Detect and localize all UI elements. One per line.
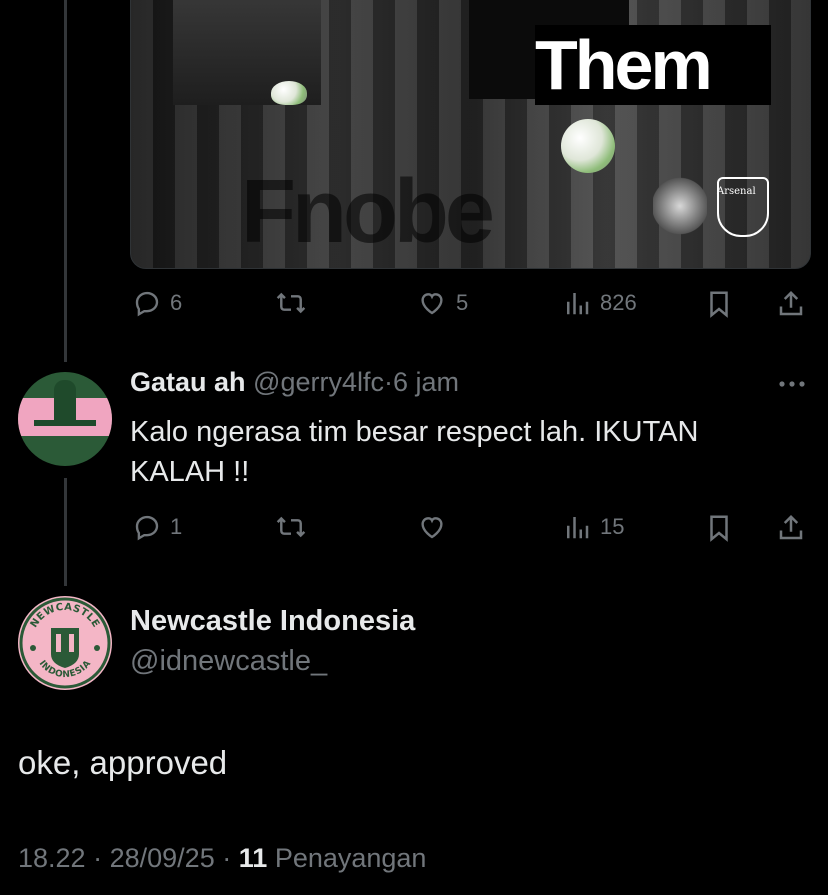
meta-separator-1: · xyxy=(93,843,103,873)
media-ball-small xyxy=(271,81,307,105)
reply-like-button[interactable] xyxy=(416,512,456,542)
bookmark-icon xyxy=(710,291,728,318)
reply-text: Kalo ngerasa tim besar respect lah. IKUT… xyxy=(130,412,810,492)
views-icon xyxy=(567,293,589,315)
reply-display-name[interactable]: Gatau ah xyxy=(130,367,246,397)
reply-retweet-button[interactable] xyxy=(274,512,316,542)
tweet-meta: 18.22 · 28/09/25 · 11 Penayangan xyxy=(18,843,426,874)
tweet-date[interactable]: 28/09/25 xyxy=(110,843,215,873)
reply-header: Gatau ah @gerry4lfc·6 jam xyxy=(130,367,459,398)
tweet-time[interactable]: 18.22 xyxy=(18,843,86,873)
reply-icon xyxy=(135,515,159,541)
views-icon xyxy=(567,517,589,539)
more-icon xyxy=(779,381,805,387)
avatar-gerry[interactable] xyxy=(18,372,112,466)
bookmark-icon xyxy=(710,515,728,542)
reply-reply-button[interactable]: 1 xyxy=(132,512,182,542)
avatar-bench xyxy=(34,420,96,426)
reply-count: 6 xyxy=(170,290,183,315)
retweet-button[interactable] xyxy=(274,288,316,318)
reply-text-line1: Kalo ngerasa tim besar respect lah. IKUT… xyxy=(130,416,699,448)
main-handle[interactable]: @idnewcastle_ xyxy=(130,645,327,678)
newcastle-indonesia-logo-icon: NEWCASTLE INDONESIA xyxy=(19,597,111,689)
like-icon xyxy=(421,293,443,315)
avatar-figure xyxy=(54,380,76,424)
reply-button[interactable]: 6 xyxy=(132,288,182,318)
thread-line-top xyxy=(64,0,67,362)
media-ball xyxy=(561,119,615,173)
share-button[interactable] xyxy=(776,288,806,320)
thread-line-middle xyxy=(64,478,67,586)
share-icon xyxy=(779,290,803,316)
like-button[interactable]: 5 xyxy=(416,288,468,318)
reply-text-line2: KALAH !! xyxy=(130,456,250,488)
views-total-label[interactable]: Penayangan xyxy=(275,843,427,873)
meta-separator-2: · xyxy=(222,843,232,873)
views-button[interactable]: 826 xyxy=(562,288,637,318)
views-total-count: 11 xyxy=(238,843,268,873)
main-tweet-text: oke, approved xyxy=(18,744,228,781)
like-icon xyxy=(421,517,443,539)
arsenal-label: Arsenal xyxy=(717,186,756,197)
tweet-media-image[interactable]: Fnobe Them Arsenal xyxy=(130,0,811,269)
media-them-text: Them xyxy=(535,26,713,104)
newcastle-crest-icon xyxy=(653,177,707,235)
share-icon xyxy=(779,514,803,540)
reply-views-count: 15 xyxy=(600,514,625,539)
like-count: 5 xyxy=(456,290,469,315)
reply-separator: · xyxy=(384,367,393,397)
reply-views-button[interactable]: 15 xyxy=(562,512,624,542)
views-count: 826 xyxy=(600,290,637,315)
media-shirt-sponsor: Fnobe xyxy=(241,162,495,262)
retweet-icon xyxy=(276,516,306,538)
reply-bookmark-button[interactable] xyxy=(704,512,734,544)
reply-time[interactable]: 6 jam xyxy=(393,367,459,397)
reply-reply-count: 1 xyxy=(170,514,183,539)
reply-share-button[interactable] xyxy=(776,512,806,544)
more-options-button[interactable] xyxy=(776,372,808,401)
retweet-icon xyxy=(276,292,306,314)
main-display-name[interactable]: Newcastle Indonesia xyxy=(130,605,415,638)
reply-icon xyxy=(135,291,159,317)
avatar-newcastle-indonesia[interactable]: NEWCASTLE INDONESIA xyxy=(18,596,112,690)
reply-handle[interactable]: @gerry4lfc xyxy=(253,367,384,397)
bookmark-button[interactable] xyxy=(704,288,734,320)
